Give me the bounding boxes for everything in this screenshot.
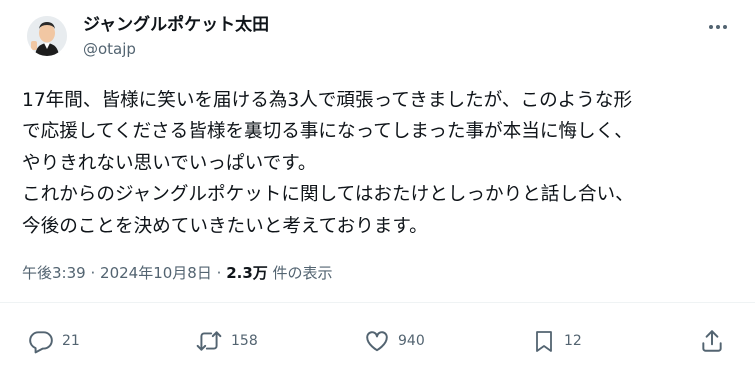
meta-separator: ·	[216, 264, 222, 282]
tweet-line: 17年間、皆様に笑いを届ける為3人で頑張ってきましたが、このような形	[22, 90, 633, 111]
tweet-text: 17年間、皆様に笑いを届ける為3人で頑張ってきましたが、このような形 で応援して…	[22, 85, 734, 242]
reply-count: 21	[62, 333, 80, 349]
reply-icon	[28, 328, 54, 354]
share-icon	[699, 328, 725, 354]
bookmark-icon	[532, 328, 556, 354]
tweet-line: で応援してくださる皆様を裏切る事になってしまった事が本当に悔しく、	[22, 121, 633, 143]
bookmark-count: 12	[564, 333, 582, 349]
reply-button[interactable]: 21	[28, 328, 80, 354]
heart-icon	[364, 328, 390, 354]
repost-count: 158	[231, 333, 258, 349]
avatar[interactable]	[27, 16, 67, 56]
like-count: 940	[398, 333, 425, 349]
tweet-line: やりきれない思いでいっぱいです。	[22, 152, 317, 174]
like-button[interactable]: 940	[364, 328, 425, 354]
user-handle[interactable]: @otajp	[83, 39, 136, 59]
tweet-time[interactable]: 午後3:39	[22, 264, 86, 282]
tweet-line: これからのジャングルポケットに関してはおたけとしっかりと話し合い、	[22, 184, 634, 206]
views-label[interactable]: 件の表示	[273, 264, 333, 282]
views-count[interactable]: 2.3万	[226, 264, 268, 282]
bookmark-button[interactable]: 12	[532, 328, 582, 354]
tweet-line: 今後のことを決めていきたいと考えております。	[22, 215, 428, 237]
display-name[interactable]: ジャングルポケット太田	[83, 14, 269, 36]
repost-icon	[195, 328, 223, 354]
tweet-meta: 午後3:39 · 2024年10月8日 · 2.3万 件の表示	[22, 262, 333, 284]
repost-button[interactable]: 158	[195, 328, 258, 354]
divider	[0, 302, 755, 303]
share-button[interactable]	[699, 328, 725, 354]
more-icon[interactable]	[706, 18, 730, 36]
meta-separator: ·	[90, 264, 96, 282]
tweet-date[interactable]: 2024年10月8日	[100, 264, 212, 282]
